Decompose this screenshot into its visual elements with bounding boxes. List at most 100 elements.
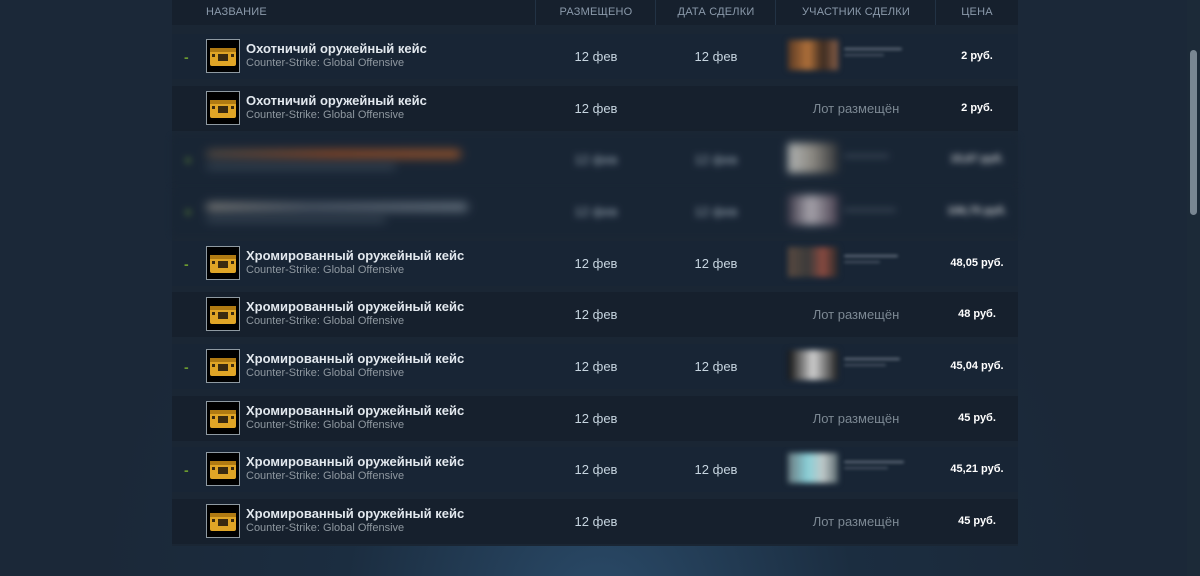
item-game: Counter-Strike: Global Offensive bbox=[246, 109, 405, 121]
item-game: Counter-Strike: Global Offensive bbox=[246, 264, 405, 276]
listed-date: 12 фев bbox=[574, 359, 618, 374]
actor-name-blurred bbox=[844, 461, 904, 463]
listed-date: 12 фев bbox=[574, 307, 618, 322]
table-row[interactable]: - Охотничий оружейный кейс Counter-Strik… bbox=[172, 34, 1018, 79]
avatar[interactable] bbox=[788, 247, 838, 277]
actor-status-blurred bbox=[844, 467, 888, 469]
table-header: НАЗВАНИЕ РАЗМЕЩЕНО ДАТА СДЕЛКИ УЧАСТНИК … bbox=[172, 0, 1018, 25]
row-sign: - bbox=[184, 256, 189, 272]
acted-date: 12 фев bbox=[694, 359, 738, 374]
table-row[interactable]: Охотничий оружейный кейс Counter-Strike:… bbox=[172, 86, 1018, 131]
weapon-case-icon[interactable] bbox=[206, 91, 240, 125]
listing-status: Лот размещён bbox=[812, 411, 900, 426]
weapon-case-icon[interactable] bbox=[206, 39, 240, 73]
item-name[interactable]: Хромированный оружейный кейс bbox=[246, 506, 464, 521]
price: 45,21 руб. bbox=[950, 463, 1004, 475]
table-row[interactable]: Хромированный оружейный кейс Counter-Str… bbox=[172, 396, 1018, 441]
item-name-blurred bbox=[206, 150, 461, 158]
item-game-blurred bbox=[206, 164, 396, 169]
item-game: Counter-Strike: Global Offensive bbox=[246, 57, 405, 69]
price: 106,75 руб. bbox=[947, 205, 1007, 217]
price: 45,04 руб. bbox=[950, 360, 1004, 372]
listed-date: 12 фев bbox=[574, 514, 618, 529]
item-name[interactable]: Хромированный оружейный кейс bbox=[246, 299, 464, 314]
weapon-case-icon[interactable] bbox=[206, 401, 240, 435]
acted-date: 12 фев bbox=[694, 256, 738, 271]
table-row[interactable]: Хромированный оружейный кейс Counter-Str… bbox=[172, 292, 1018, 337]
acted-date: 12 фев bbox=[694, 204, 738, 219]
table-row-blurred[interactable]: + 12 фев 12 фев 106,75 руб. bbox=[172, 189, 1018, 234]
avatar[interactable] bbox=[788, 195, 838, 225]
table-row[interactable]: - Хромированный оружейный кейс Counter-S… bbox=[172, 447, 1018, 492]
actor-name-blurred bbox=[844, 255, 898, 257]
price: 48 руб. bbox=[958, 308, 996, 320]
header-actor[interactable]: УЧАСТНИК СДЕЛКИ bbox=[776, 0, 936, 25]
table-row[interactable]: - Хромированный оружейный кейс Counter-S… bbox=[172, 241, 1018, 286]
price: 2 руб. bbox=[961, 50, 993, 62]
weapon-case-icon[interactable] bbox=[206, 349, 240, 383]
weapon-case-icon[interactable] bbox=[206, 297, 240, 331]
acted-date bbox=[656, 499, 776, 544]
acted-date bbox=[656, 86, 776, 131]
item-name[interactable]: Охотничий оружейный кейс bbox=[246, 41, 427, 56]
actor-name-blurred bbox=[844, 358, 900, 360]
weapon-case-icon[interactable] bbox=[206, 452, 240, 486]
avatar[interactable] bbox=[788, 453, 838, 483]
row-sign: + bbox=[184, 204, 193, 220]
weapon-case-icon[interactable] bbox=[206, 504, 240, 538]
listed-date: 12 фев bbox=[574, 152, 618, 167]
acted-date: 12 фев bbox=[694, 49, 738, 64]
price: 2 руб. bbox=[961, 102, 993, 114]
price: 48,05 руб. bbox=[950, 257, 1004, 269]
market-history-table: НАЗВАНИЕ РАЗМЕЩЕНО ДАТА СДЕЛКИ УЧАСТНИК … bbox=[172, 0, 1018, 546]
listing-status: Лот размещён bbox=[812, 514, 900, 529]
table-row-blurred[interactable]: + 12 фев 12 фев 15,67 руб. bbox=[172, 137, 1018, 182]
row-sign: + bbox=[184, 152, 193, 168]
listing-status: Лот размещён bbox=[812, 307, 900, 322]
row-sign: - bbox=[184, 359, 189, 375]
listed-date: 12 фев bbox=[574, 49, 618, 64]
acted-date: 12 фев bbox=[694, 462, 738, 477]
item-game-blurred bbox=[206, 217, 386, 222]
item-game: Counter-Strike: Global Offensive bbox=[246, 522, 405, 534]
item-name[interactable]: Хромированный оружейный кейс bbox=[246, 248, 464, 263]
actor-status-blurred bbox=[844, 261, 880, 263]
row-sign: - bbox=[184, 462, 189, 478]
header-acted[interactable]: ДАТА СДЕЛКИ bbox=[656, 0, 776, 25]
price: 15,67 руб. bbox=[950, 153, 1004, 165]
item-game: Counter-Strike: Global Offensive bbox=[246, 470, 405, 482]
row-sign: - bbox=[184, 49, 189, 65]
listed-date: 12 фев bbox=[574, 462, 618, 477]
acted-date bbox=[656, 292, 776, 337]
actor-status-blurred bbox=[844, 54, 884, 56]
scrollbar-thumb[interactable] bbox=[1190, 50, 1197, 215]
item-name[interactable]: Хромированный оружейный кейс bbox=[246, 351, 464, 366]
actor-name-blurred bbox=[844, 209, 896, 211]
item-game: Counter-Strike: Global Offensive bbox=[246, 367, 405, 379]
listed-date: 12 фев bbox=[574, 256, 618, 271]
price: 45 руб. bbox=[958, 515, 996, 527]
item-name[interactable]: Охотничий оружейный кейс bbox=[246, 93, 427, 108]
listing-status: Лот размещён bbox=[812, 101, 900, 116]
header-listed[interactable]: РАЗМЕЩЕНО bbox=[536, 0, 656, 25]
avatar[interactable] bbox=[788, 40, 838, 70]
actor-name-blurred bbox=[844, 155, 889, 157]
item-name-blurred bbox=[206, 203, 468, 211]
table-row[interactable]: Хромированный оружейный кейс Counter-Str… bbox=[172, 499, 1018, 544]
acted-date bbox=[656, 396, 776, 441]
avatar[interactable] bbox=[788, 143, 838, 173]
header-name[interactable]: НАЗВАНИЕ bbox=[206, 0, 267, 25]
acted-date: 12 фев bbox=[694, 152, 738, 167]
header-price[interactable]: ЦЕНА bbox=[936, 0, 1018, 25]
table-row[interactable]: - Хромированный оружейный кейс Counter-S… bbox=[172, 344, 1018, 389]
item-name[interactable]: Хромированный оружейный кейс bbox=[246, 454, 464, 469]
listed-date: 12 фев bbox=[574, 101, 618, 116]
avatar[interactable] bbox=[788, 350, 838, 380]
item-name[interactable]: Хромированный оружейный кейс bbox=[246, 403, 464, 418]
item-game: Counter-Strike: Global Offensive bbox=[246, 315, 405, 327]
price: 45 руб. bbox=[958, 412, 996, 424]
actor-status-blurred bbox=[844, 364, 886, 366]
listed-date: 12 фев bbox=[574, 411, 618, 426]
actor-name-blurred bbox=[844, 48, 902, 50]
weapon-case-icon[interactable] bbox=[206, 246, 240, 280]
